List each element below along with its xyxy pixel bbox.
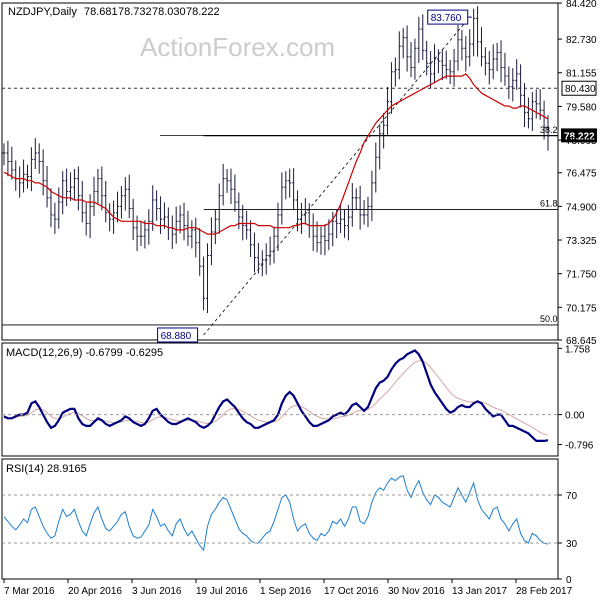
rsi-axis-label: 70 <box>566 491 578 502</box>
x-axis-label: 7 Mar 2016 <box>4 586 55 597</box>
price-axis-label: 76.475 <box>566 169 597 180</box>
price-axis-label: 82.730 <box>566 35 597 46</box>
macd-axis-label: -0.796 <box>565 441 594 452</box>
resistance-tag-label: 80.430 <box>565 84 596 95</box>
chart-svg: ActionForex.com NZDJPY,Daily 78.681 78.7… <box>1 0 597 597</box>
x-axis-label: 19 Jul 2016 <box>196 586 248 597</box>
x-axis-label: 13 Jan 2017 <box>452 586 507 597</box>
macd-label: MACD(12,26,9) -0.6799 -0.6295 <box>6 347 163 359</box>
fib-38.2-label: 38.2 <box>540 125 558 135</box>
price-axis-label: 73.325 <box>566 236 597 247</box>
price-axis-label: 79.580 <box>566 102 597 113</box>
rsi-axis-label: 30 <box>566 539 578 550</box>
ohlc-open: 78.681 <box>84 6 118 18</box>
rsi-panel <box>1 458 559 580</box>
x-axis-label: 3 Jun 2016 <box>132 586 182 597</box>
ohlc-low: 78.030 <box>152 6 186 18</box>
x-axis-label: 28 Feb 2017 <box>516 586 573 597</box>
high-tag-label: 83.760 <box>431 13 462 24</box>
price-axis-label: 71.750 <box>566 270 597 281</box>
low-tag-label: 68.880 <box>161 331 192 342</box>
rsi-axis-label: 0 <box>566 575 572 586</box>
macd-axis-label: 1.758 <box>565 344 590 355</box>
ohlc-close: 78.222 <box>186 6 220 18</box>
price-header: NZDJPY,Daily 78.681 78.732 78.030 78.222 <box>8 6 220 18</box>
price-axis-label: 70.175 <box>566 303 597 314</box>
x-axis-label: 20 Apr 2016 <box>68 586 122 597</box>
chart-area: ActionForex.com NZDJPY,Daily 78.681 78.7… <box>0 0 600 600</box>
x-axis-label: 30 Nov 2016 <box>388 586 445 597</box>
x-axis-label: 17 Oct 2016 <box>324 586 379 597</box>
watermark: ActionForex.com <box>140 32 335 62</box>
macd-panel <box>1 342 559 457</box>
ohlc-high: 78.732 <box>118 6 152 18</box>
price-axis-label: 81.155 <box>566 69 597 80</box>
price-axis-label: 74.900 <box>566 202 597 213</box>
fib-61.8-label: 61.8 <box>540 199 558 209</box>
rsi-label: RSI(14) 28.9165 <box>6 463 87 475</box>
x-axis-label: 1 Sep 2016 <box>260 586 312 597</box>
macd-axis-label: 0.00 <box>565 411 585 422</box>
price-axis-label: 78.005 <box>566 136 597 147</box>
symbol-label: NZDJPY,Daily <box>8 6 77 18</box>
fib-50.0-label: 50.0 <box>540 314 558 324</box>
price-axis-label: 84.420 <box>566 0 597 10</box>
